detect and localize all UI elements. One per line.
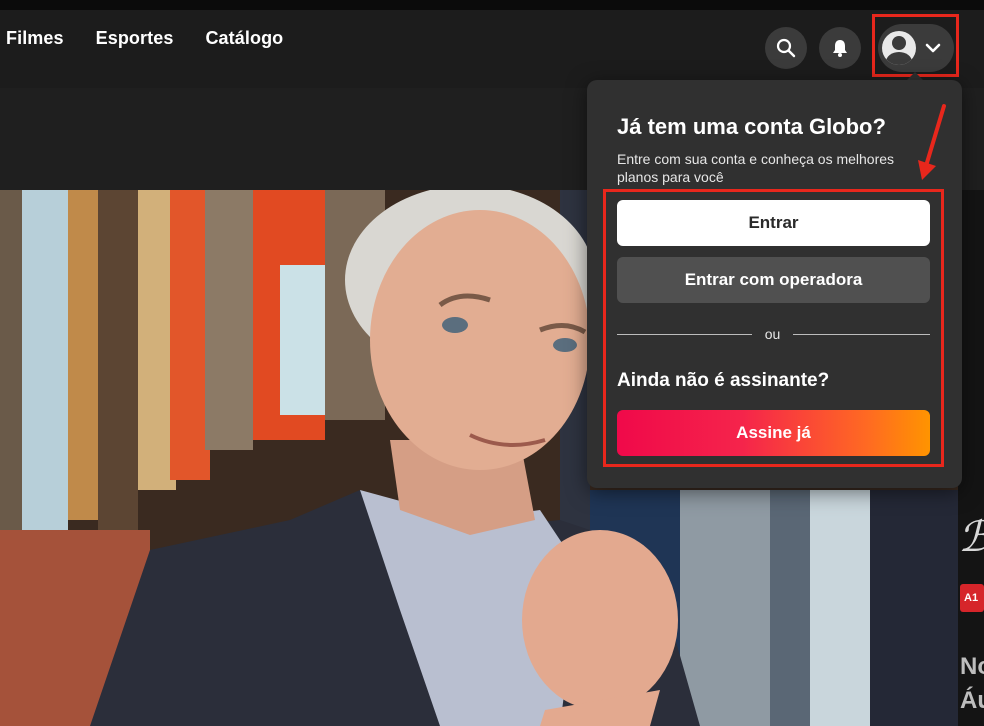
nav-item-filmes[interactable]: Filmes [6,28,64,49]
nav-item-esportes[interactable]: Esportes [96,28,174,49]
annotation-arrow-icon [918,104,946,180]
annotation-highlight-profile [872,14,959,77]
title-logo-fragment: ℬ [958,512,984,561]
window-top-strip [0,0,984,10]
nav-item-catalogo[interactable]: Catálogo [205,28,283,49]
notifications-button[interactable] [819,27,861,69]
annotation-highlight-login-options [603,189,944,467]
age-rating-badge: A1 [960,584,984,612]
search-button[interactable] [765,27,807,69]
login-menu-subtitle: Entre com sua conta e conheça os melhore… [617,151,895,185]
login-menu-title: Já tem uma conta Globo? [617,114,886,139]
description-fragment: NoÁu [960,653,984,714]
main-navigation: Filmes Esportes Catálogo [6,28,283,49]
search-icon [776,38,796,58]
bell-icon [833,40,847,57]
